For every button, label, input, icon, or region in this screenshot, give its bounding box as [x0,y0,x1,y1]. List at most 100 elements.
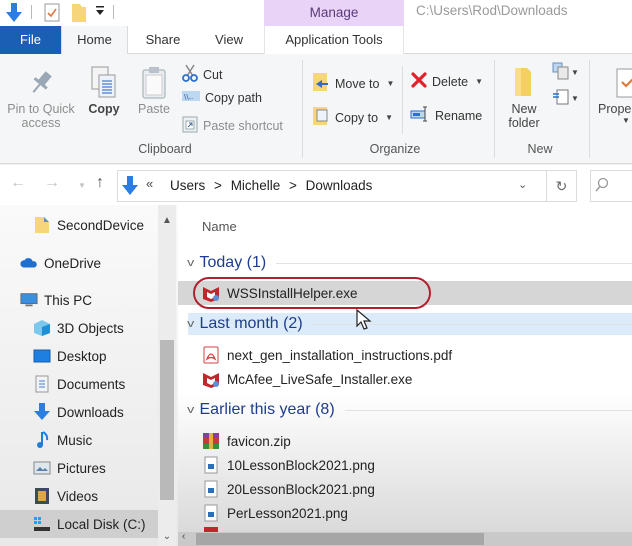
sidebar-item-onedrive[interactable]: OneDrive [0,249,158,277]
breadcrumb-users[interactable]: Users [170,178,205,193]
sidebar-item-pictures[interactable]: Pictures [0,454,158,482]
customize-dropdown-icon[interactable] [95,5,105,20]
divider [402,66,403,134]
sidebar-item-downloads[interactable]: Downloads [0,398,158,426]
up-arrow-icon[interactable]: ↑ [96,174,104,192]
file-row[interactable]: 10LessonBlock2021.png [178,453,632,477]
folder-icon [33,216,51,234]
delete-button[interactable]: Delete ▼ [411,72,483,91]
dropdown-caret-icon: ▼ [622,116,630,125]
breadcrumb-separator[interactable]: > [214,178,222,193]
column-header-name[interactable]: Name [202,219,237,234]
music-icon [33,431,51,449]
dropdown-caret-icon: ▼ [571,94,579,103]
forward-arrow-icon[interactable]: → [44,174,60,192]
back-arrow-icon[interactable]: ← [10,174,26,192]
divider [589,60,590,158]
easy-access-button[interactable]: ▼ [552,88,579,109]
group-header-last-month[interactable]: v Last month (2) [187,313,632,335]
breadcrumb-separator[interactable]: > [289,178,297,193]
mcafee-icon [202,370,220,388]
move-to-icon [312,72,330,95]
new-folder-icon[interactable] [71,3,87,26]
videos-icon [33,487,51,505]
pdf-icon [202,346,220,364]
refresh-button[interactable]: ↻ [547,170,577,202]
properties-icon[interactable] [44,3,60,25]
sidebar-item-music[interactable]: Music [0,426,158,454]
group-header-today[interactable]: v Today (1) [187,252,632,274]
file-row[interactable]: PerLesson2021.png [178,501,632,525]
file-list: Name v Today (1) WSSInstallHelper.exe v … [178,205,632,546]
file-row[interactable]: McAfee_LiveSafe_Installer.exe [178,367,632,391]
sidebar-item-videos[interactable]: Videos [0,482,158,510]
properties-button[interactable]: Prope ▼ [596,64,632,125]
search-icon [595,177,609,196]
documents-icon [33,375,51,393]
navigation-pane: SecondDevice OneDrive This PC 3D Objects… [0,205,178,546]
sidebar-item-seconddevice[interactable]: SecondDevice [0,211,158,239]
tab-file[interactable]: File [0,26,61,54]
download-icon [33,403,51,421]
divider [276,262,632,264]
horizontal-scrollbar[interactable]: ‹ [178,531,632,546]
file-row[interactable]: 20LessonBlock2021.png [178,477,632,501]
file-row[interactable]: next_gen_installation_instructions.pdf [178,343,632,367]
tab-share[interactable]: Share [134,26,192,54]
dropdown-caret-icon: ▼ [475,77,484,86]
file-row[interactable]: favicon.zip [178,429,632,453]
tab-view[interactable]: View [196,26,262,54]
paste-shortcut-button[interactable]: Paste shortcut [182,115,283,136]
breadcrumb-downloads[interactable]: Downloads [306,178,373,193]
title-bar: Manage C:\Users\Rod\Downloads [0,0,632,26]
paste-button[interactable]: Paste [134,64,174,116]
scroll-up-arrow-icon[interactable]: ▲ [158,215,176,226]
cut-button[interactable]: Cut [182,64,222,85]
pin-to-quick-access-button[interactable]: Pin to Quick access [2,64,80,130]
copy-icon [86,64,122,102]
down-arrow-icon[interactable] [6,3,22,26]
breadcrumb: Users > Michelle > Downloads [170,178,377,193]
breadcrumb-overflow[interactable]: « [146,176,153,191]
collapse-chevron-icon: v [187,404,195,416]
divider [113,5,114,19]
address-bar[interactable]: « Users > Michelle > Downloads ⌄ [117,170,547,202]
computer-icon [20,291,38,309]
scroll-left-arrow-icon[interactable]: ‹ [182,531,185,542]
scroll-down-arrow-icon[interactable]: ⌄ [158,531,176,542]
ribbon-tabs: File Home Share View Application Tools [0,26,632,55]
address-dropdown-chevron-icon[interactable]: ⌄ [518,178,527,191]
sidebar-item-desktop[interactable]: Desktop [0,342,158,370]
sidebar-scrollbar[interactable]: ▲ ⌄ [158,205,176,546]
zip-archive-icon [202,432,220,450]
breadcrumb-michelle[interactable]: Michelle [231,178,281,193]
sidebar-item-3d-objects[interactable]: 3D Objects [0,314,158,342]
manage-contextual-tab: Manage [264,0,404,26]
rename-button[interactable]: Rename [410,106,482,125]
copy-path-button[interactable]: \\.. Copy path [182,90,262,105]
ribbon: Pin to Quick access Copy Paste Cut \\.. … [0,54,632,164]
tab-home[interactable]: Home [61,26,128,55]
dropdown-caret-icon: ▼ [571,68,579,77]
dropdown-caret-icon: ▼ [386,79,395,88]
paste-icon [134,64,174,102]
tab-application-tools[interactable]: Application Tools [264,26,404,54]
scrollbar-thumb[interactable] [160,340,174,500]
sidebar-item-local-disk-c[interactable]: Local Disk (C:) [0,510,158,538]
recent-locations-chevron-icon[interactable]: ▼ [78,181,86,190]
image-file-icon [202,456,220,474]
sidebar-item-this-pc[interactable]: This PC [0,286,158,314]
search-input[interactable] [590,170,632,202]
copy-to-button[interactable]: Copy to ▼ [312,106,393,129]
copy-button[interactable]: Copy [86,64,122,116]
move-to-button[interactable]: Move to ▼ [312,72,394,95]
organize-group-label: Organize [369,142,421,156]
image-file-icon [202,480,220,498]
sidebar-item-documents[interactable]: Documents [0,370,158,398]
new-item-button[interactable]: ▼ [552,62,579,83]
paste-shortcut-icon [182,115,198,136]
new-folder-button[interactable]: New folder [500,62,548,130]
scrollbar-thumb[interactable] [196,533,484,545]
folder-icon [500,62,548,102]
group-header-earlier-this-year[interactable]: v Earlier this year (8) [187,399,632,421]
